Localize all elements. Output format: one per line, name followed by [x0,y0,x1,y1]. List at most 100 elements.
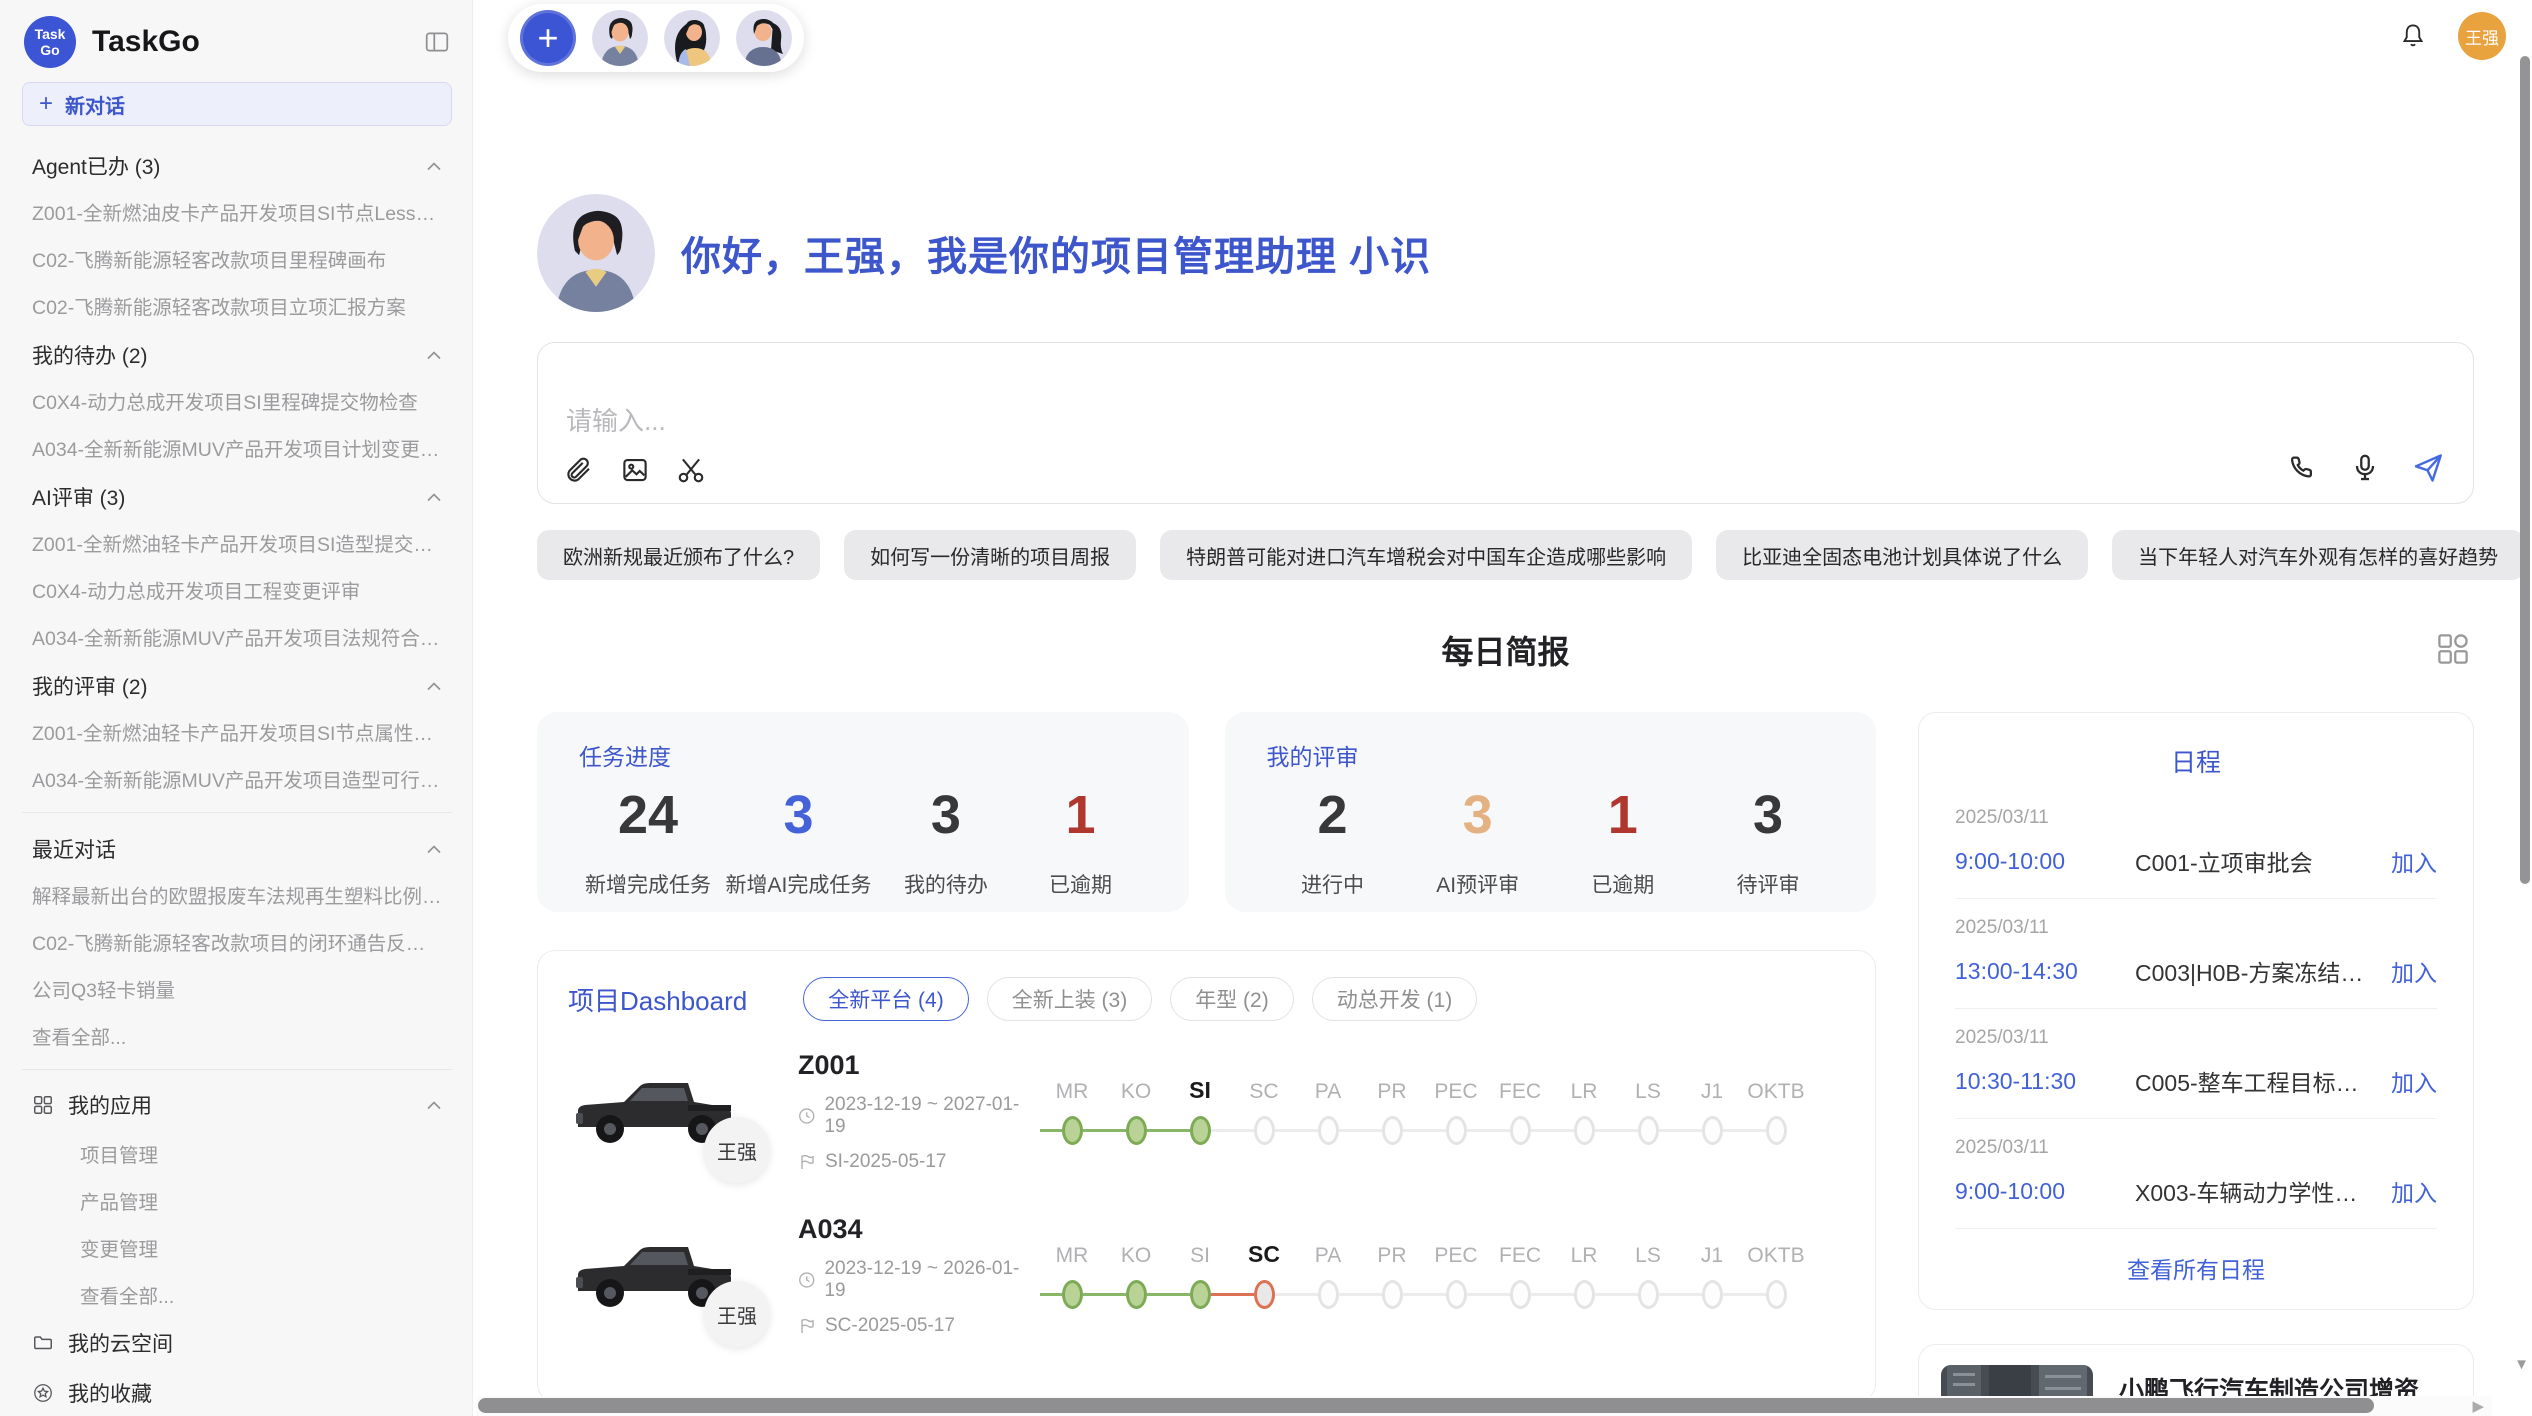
sidebar-item-favorites[interactable]: 我的收藏 [22,1368,452,1416]
section-my-review[interactable]: 我的评审 (2) [22,660,452,708]
greeting-title: 你好，王强，我是你的项目管理助理 小识 [681,224,1431,282]
milestone-dot [1062,1280,1083,1309]
vertical-scrollbar-thumb[interactable] [2520,56,2530,884]
main-header: + 王强 [473,0,2532,76]
assistant-avatar-1[interactable] [592,10,648,66]
milestone-dot [1190,1116,1211,1145]
join-link[interactable]: 加入 [2391,954,2437,988]
milestone-fec: FEC [1488,1236,1552,1314]
horizontal-scrollbar[interactable]: ▶ [476,1396,2492,1416]
sidebar-item[interactable]: A034-全新新能源MUV产品开发项目法规符合性评审 [22,613,452,660]
stat-value: 24 [585,786,711,845]
suggestion-chip[interactable]: 欧洲新规最近颁布了什么? [537,530,820,580]
add-assistant-button[interactable]: + [520,10,576,66]
recent-chat-item[interactable]: 解释最新出台的欧盟报废车法规再生塑料比例被调至15%... [22,871,452,918]
schedule-title: 日程 [1955,739,2437,789]
send-icon[interactable] [2411,451,2445,485]
assistant-avatar-2[interactable] [664,10,720,66]
section-title: 我的评审 (2) [32,671,148,701]
recent-chat-item[interactable]: 公司Q3轻卡销量 [22,965,452,1012]
milestone-fec: FEC [1488,1072,1552,1150]
main-content: 你好，王强，我是你的项目管理助理 小识 [473,194,2532,1416]
stat-label: 我的待办 [886,869,1006,899]
sidebar-item[interactable]: C0X4-动力总成开发项目工程变更评审 [22,566,452,613]
milestone-oktb: OKTB [1744,1236,1808,1314]
view-all-schedule-link[interactable]: 查看所有日程 [1955,1229,2437,1285]
sidebar-item[interactable]: C02-飞腾新能源轻客改款项目立项汇报方案 [22,282,452,329]
join-link[interactable]: 加入 [2391,844,2437,878]
join-link[interactable]: 加入 [2391,1064,2437,1098]
chevron-up-icon[interactable] [426,493,442,502]
sidebar-item[interactable]: Z001-全新燃油轻卡产品开发项目SI节点属性5D文件评审 [22,708,452,755]
stat-new-completed: 24 新增完成任务 [585,786,711,899]
schedule-time: 9:00-10:00 [1955,848,2123,875]
suggestion-chip[interactable]: 特朗普可能对进口汽车增税会对中国车企造成哪些影响 [1160,530,1692,580]
scroll-down-arrow-icon[interactable]: ▼ [2514,1356,2529,1373]
chat-input[interactable] [566,401,1921,445]
sidebar-item[interactable]: C0X4-动力总成开发项目SI里程碑提交物检查 [22,377,452,424]
chevron-up-icon[interactable] [426,682,442,691]
section-ai-review[interactable]: AI评审 (3) [22,471,452,519]
milestone-oktb: OKTB [1744,1072,1808,1150]
tab-new-body[interactable]: 全新上装 (3) [987,977,1153,1021]
microphone-icon[interactable] [2349,452,2381,484]
image-icon[interactable] [620,455,650,485]
task-progress-card: 任务进度 24 新增完成任务 3 新增AI完成任务 3 [537,712,1189,912]
section-agent-done[interactable]: Agent已办 (3) [22,140,452,188]
chevron-up-icon[interactable] [426,845,442,854]
schedule-time: 13:00-14:30 [1955,958,2123,985]
project-code: Z001 [798,1050,1034,1081]
schedule-date: 2025/03/11 [1955,1027,2437,1049]
chevron-up-icon[interactable] [426,1101,442,1110]
scissors-icon[interactable] [676,455,706,485]
milestone-si-current: SI [1168,1072,1232,1150]
project-dashboard-card: 项目Dashboard 全新平台 (4) 全新上装 (3) 年型 (2) 动总开… [537,950,1876,1402]
sidebar-item[interactable]: Z001-全新燃油皮卡产品开发项目SI节点Lesson Learn报告 [22,188,452,235]
sidebar-collapse-icon[interactable] [424,30,450,54]
section-my-todo[interactable]: 我的待办 (2) [22,329,452,377]
assistant-avatar [537,194,655,312]
stat-my-todo: 3 我的待办 [886,786,1006,899]
suggestion-chip[interactable]: 如何写一份清晰的项目周报 [844,530,1136,580]
chevron-up-icon[interactable] [426,351,442,360]
horizontal-scrollbar-thumb[interactable] [478,1398,2374,1413]
star-badge-icon [32,1382,54,1404]
section-recent-chats[interactable]: 最近对话 [22,823,452,871]
tab-model-year[interactable]: 年型 (2) [1170,977,1294,1021]
apps-view-all[interactable]: 查看全部... [22,1271,452,1318]
project-row-z001[interactable]: 王强 Z001 2023-12-19 ~ 2027-01-19 SI-2025-… [568,1061,1845,1161]
sidebar-item-cloud-space[interactable]: 我的云空间 [22,1318,452,1368]
phone-icon[interactable] [2287,452,2319,484]
scroll-right-arrow-icon[interactable]: ▶ [2472,1397,2484,1415]
suggestion-chip[interactable]: 当下年轻人对汽车外观有怎样的喜好趋势 [2112,530,2524,580]
section-title: 最近对话 [32,834,116,864]
chevron-up-icon[interactable] [426,162,442,171]
sidebar-item[interactable]: Z001-全新燃油轻卡产品开发项目SI造型提交物评审 [22,519,452,566]
sidebar-item[interactable]: C02-飞腾新能源轻客改款项目里程碑画布 [22,235,452,282]
attachment-icon[interactable] [564,455,594,485]
section-my-apps[interactable]: 我的应用 [22,1080,452,1130]
chat-input-card [537,342,2474,504]
tab-powertrain[interactable]: 动总开发 (1) [1312,977,1478,1021]
milestone-dot [1190,1280,1211,1309]
join-link[interactable]: 加入 [2391,1174,2437,1208]
stat-new-ai-completed: 3 新增AI完成任务 [726,786,872,899]
project-row-a034[interactable]: 王强 A034 2023-12-19 ~ 2026-01-19 SC-2025-… [568,1225,1845,1325]
milestone-si: SI [1168,1236,1232,1314]
user-avatar[interactable]: 王强 [2458,12,2506,60]
suggestion-chip[interactable]: 比亚迪全固态电池计划具体说了什么 [1716,530,2088,580]
app-item-change-mgmt[interactable]: 变更管理 [22,1224,452,1271]
layout-grid-icon[interactable] [2436,632,2470,666]
recent-chat-item[interactable]: C02-飞腾新能源轻客改款项目的闭环通告反馈情况 [22,918,452,965]
new-chat-button[interactable]: + 新对话 [22,82,452,126]
tab-new-platform[interactable]: 全新平台 (4) [803,977,969,1021]
app-item-product-mgmt[interactable]: 产品管理 [22,1177,452,1224]
bell-icon[interactable] [2398,21,2428,51]
sidebar-item[interactable]: A034-全新新能源MUV产品开发项目造型可行性评审 [22,755,452,802]
app-item-project-mgmt[interactable]: 项目管理 [22,1130,452,1177]
assistant-avatar-3[interactable] [736,10,792,66]
milestone-dot [1318,1280,1339,1309]
header-right: 王强 [2398,12,2506,60]
sidebar-item[interactable]: A034-全新新能源MUV产品开发项目计划变更表编写 [22,424,452,471]
recent-chats-view-all[interactable]: 查看全部... [22,1012,452,1059]
